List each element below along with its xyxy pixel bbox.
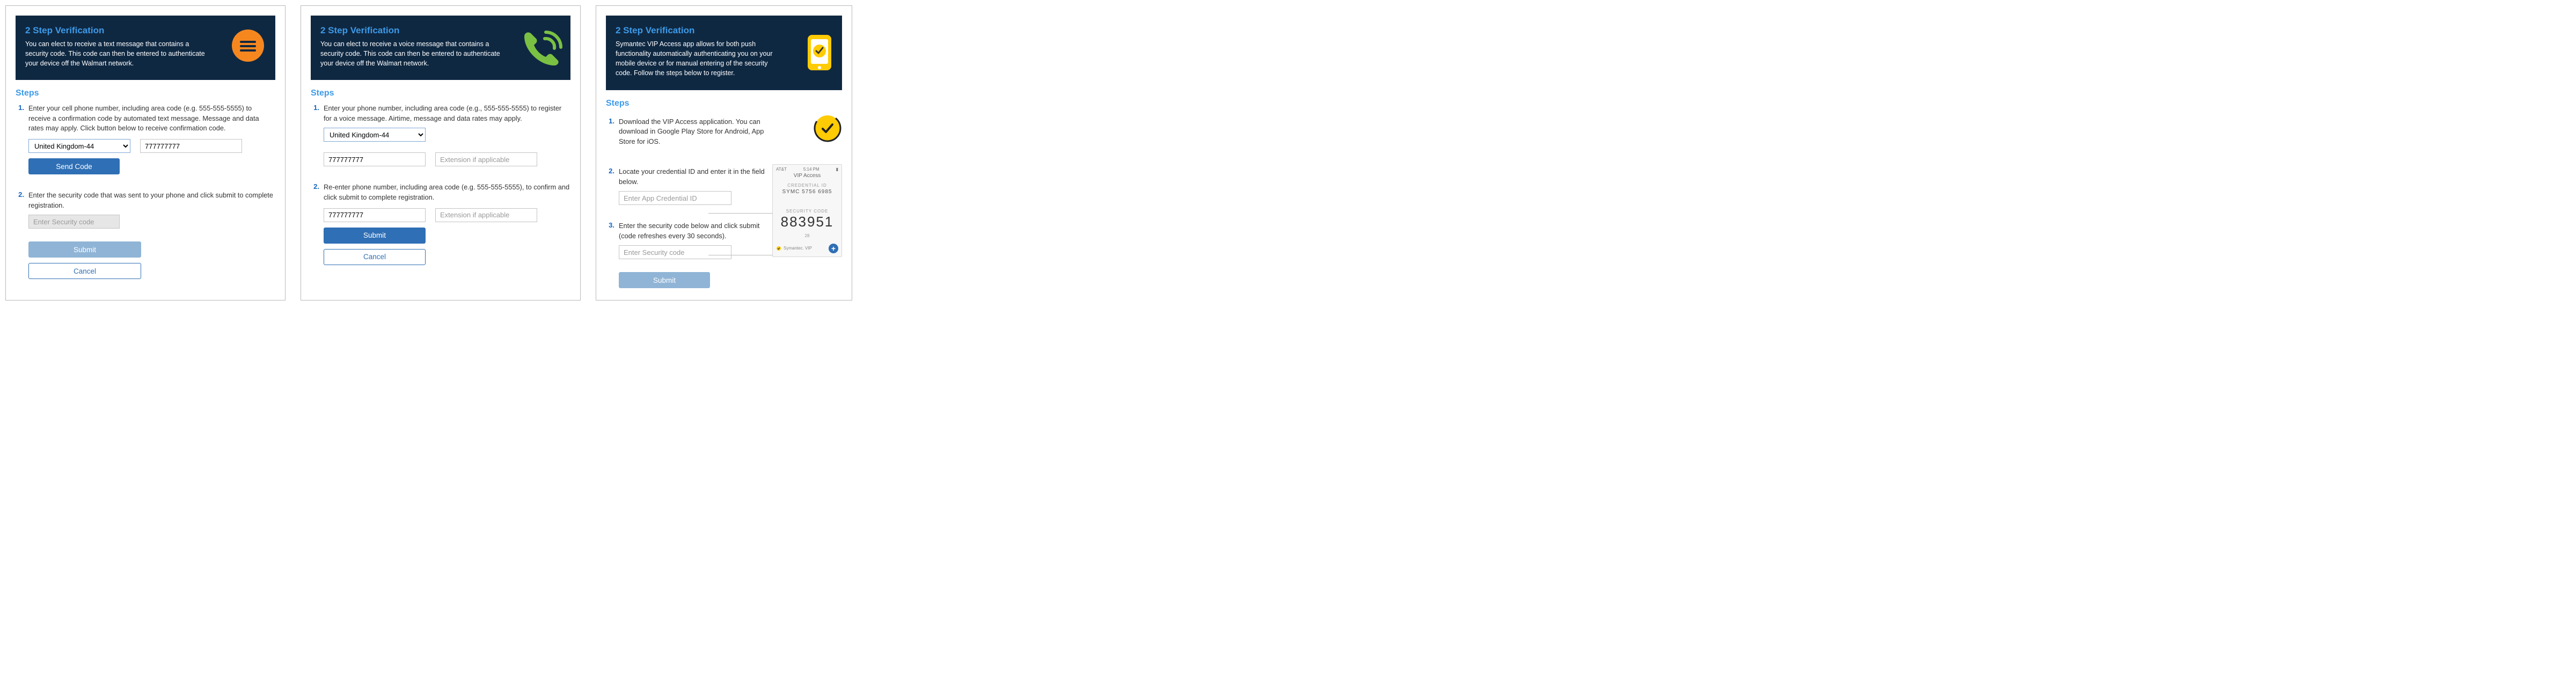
banner: 2 Step Verification You can elect to rec…: [16, 16, 275, 80]
step-number: 1.: [311, 104, 324, 123]
cancel-button[interactable]: Cancel: [28, 263, 141, 279]
step-number: 1.: [606, 117, 619, 147]
security-code-value: 883951: [776, 214, 838, 230]
extension-input[interactable]: [435, 152, 537, 166]
confirm-extension-input[interactable]: [435, 208, 537, 222]
phone-call-icon: [518, 27, 564, 69]
steps-heading: Steps: [16, 89, 275, 98]
banner: 2 Step Verification You can elect to rec…: [311, 16, 570, 80]
button-label: Submit: [653, 276, 676, 284]
credential-id-value: SYMC 5756 6985: [776, 189, 838, 195]
steps-heading: Steps: [311, 89, 570, 98]
banner: 2 Step Verification Symantec VIP Access …: [606, 16, 842, 90]
step-text: Enter the security code below and click …: [619, 221, 766, 241]
step-2: 2. Enter the security code that was sent…: [16, 190, 275, 210]
callout-line-icon: [708, 213, 773, 214]
banner-title: 2 Step Verification: [25, 25, 211, 36]
add-button[interactable]: +: [829, 244, 838, 253]
button-label: Submit: [74, 246, 96, 254]
step-text: Locate your credential ID and enter it i…: [619, 167, 766, 187]
security-code-input[interactable]: [28, 215, 120, 229]
vip-app-title: VIP Access: [776, 173, 838, 179]
credential-id-input[interactable]: [619, 191, 731, 205]
panel-voice-message: 2 Step Verification You can elect to rec…: [301, 5, 581, 300]
submit-button[interactable]: Submit: [619, 272, 710, 288]
send-code-button[interactable]: Send Code: [28, 158, 120, 174]
step-text: Enter the security code that was sent to…: [28, 190, 275, 210]
step-1: 1. Download the VIP Access application. …: [606, 117, 766, 147]
step-number: 2.: [16, 190, 28, 210]
button-label: Send Code: [56, 163, 92, 171]
panel-vip-access: 2 Step Verification Symantec VIP Access …: [596, 5, 852, 300]
banner-desc: You can elect to receive a text message …: [25, 39, 211, 68]
step-number: 2.: [311, 182, 324, 202]
button-label: Cancel: [74, 267, 96, 275]
countdown-value: 28: [776, 233, 838, 238]
step-number: 3.: [606, 221, 619, 241]
step-2: 2. Locate your credential ID and enter i…: [606, 167, 766, 187]
battery-icon: ▮: [836, 167, 838, 172]
cancel-button[interactable]: Cancel: [324, 249, 426, 265]
confirm-phone-input[interactable]: [324, 208, 426, 222]
step-number: 2.: [606, 167, 619, 187]
panel-text-message: 2 Step Verification You can elect to rec…: [5, 5, 286, 300]
submit-button[interactable]: Submit: [324, 228, 426, 244]
button-label: Submit: [363, 231, 386, 239]
banner-desc: You can elect to receive a voice message…: [320, 39, 506, 68]
norton-badge-icon: [813, 114, 842, 143]
banner-desc: Symantec VIP Access app allows for both …: [616, 39, 778, 78]
carrier-label: AT&T: [776, 167, 787, 172]
step-1: 1. Enter your cell phone number, includi…: [16, 104, 275, 134]
security-code-input[interactable]: [619, 245, 731, 259]
brand-label: Symantec. VIP: [784, 246, 812, 251]
credential-id-label: CREDENTIAL ID: [776, 183, 838, 188]
security-code-label: SECURITY CODE: [776, 209, 838, 214]
step-3: 3. Enter the security code below and cli…: [606, 221, 766, 241]
phone-input[interactable]: [140, 139, 242, 153]
step-text: Enter your cell phone number, including …: [28, 104, 275, 134]
banner-title: 2 Step Verification: [616, 25, 778, 36]
step-2: 2. Re-enter phone number, including area…: [311, 182, 570, 202]
button-label: Cancel: [363, 253, 386, 261]
vip-app-preview: AT&T 5:14 PM ▮ VIP Access CREDENTIAL ID …: [772, 164, 842, 257]
banner-title: 2 Step Verification: [320, 25, 506, 36]
step-number: 1.: [16, 104, 28, 134]
symantec-icon: [776, 246, 781, 251]
mobile-shield-icon: [803, 32, 836, 74]
country-select[interactable]: United Kingdom-44: [28, 139, 130, 153]
step-text: Enter your phone number, including area …: [324, 104, 570, 123]
step-text: Download the VIP Access application. You…: [619, 117, 766, 147]
time-label: 5:14 PM: [803, 167, 819, 172]
step-text: Re-enter phone number, including area co…: [324, 182, 570, 202]
chat-bubble-icon: [227, 27, 269, 69]
phone-input[interactable]: [324, 152, 426, 166]
country-select[interactable]: United Kingdom-44: [324, 128, 426, 142]
steps-heading: Steps: [606, 99, 842, 108]
step-1: 1. Enter your phone number, including ar…: [311, 104, 570, 123]
submit-button[interactable]: Submit: [28, 241, 141, 258]
